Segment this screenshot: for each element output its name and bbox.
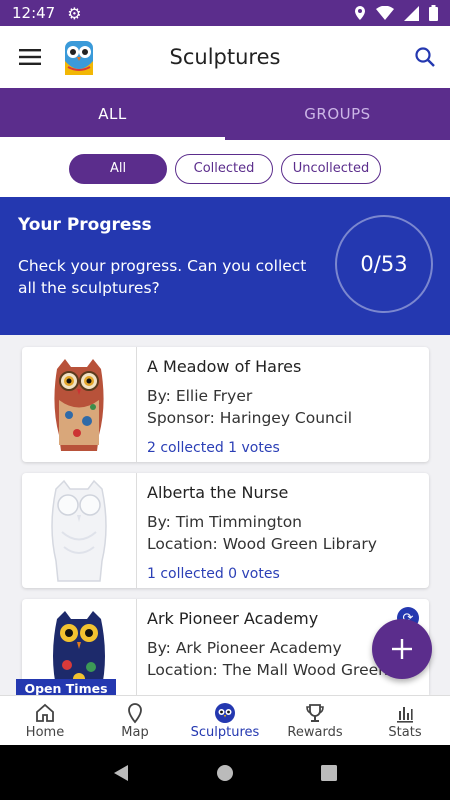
gear-icon: ⚙ [67,3,82,23]
recents-icon[interactable] [320,764,337,781]
add-button[interactable] [372,619,432,679]
system-nav-bar [0,745,450,800]
nav-sculptures[interactable]: Sculptures [180,696,270,745]
status-time: 12:47 [12,4,56,22]
search-icon[interactable] [414,46,436,68]
progress-description: Check your progress. Can you collect all… [18,257,307,297]
plus-icon [392,639,412,659]
card-artist: By: Ellie Fryer [147,387,253,405]
card-title: A Meadow of Hares [147,357,302,376]
trophy-icon [306,703,324,722]
bottom-nav: Home Map Sculptures Rewards Stats [0,695,450,745]
bar-chart-icon [397,706,413,723]
nav-home-label: Home [25,724,65,740]
menu-button[interactable] [0,26,60,88]
progress-ring: 0/53 [335,215,433,313]
nav-sculptures-label: Sculptures [190,724,260,740]
card-title: Alberta the Nurse [147,483,289,502]
tab-groups[interactable]: GROUPS [225,88,450,140]
back-icon[interactable] [113,764,129,782]
card-sponsor: Sponsor: Haringey Council [147,409,353,427]
nav-stats-label: Stats [388,724,422,740]
status-icons [354,5,438,21]
owl-icon [215,702,235,723]
card-stats: 1 collected 0 votes [147,566,280,582]
sculpture-image [22,473,137,588]
sculpture-image [22,347,137,462]
wifi-icon [376,6,394,20]
card-location: Location: Wood Green Library [147,535,377,553]
nav-map[interactable]: Map [90,696,180,745]
nav-rewards[interactable]: Rewards [270,696,360,745]
nav-home[interactable]: Home [0,696,90,745]
filter-all-chip[interactable]: All [69,153,167,184]
sculpture-card[interactable]: A Meadow of Hares By: Ellie Fryer Sponso… [22,347,429,462]
status-bar: 12:47 ⚙ [0,0,450,26]
nav-stats[interactable]: Stats [360,696,450,745]
home-icon [36,703,54,722]
filter-chips: All Collected Uncollected [0,140,450,197]
progress-panel: Your Progress Check your progress. Can y… [0,197,450,335]
app-bar: Sculptures [0,26,450,88]
tab-all[interactable]: ALL [0,88,225,140]
hamburger-icon [19,49,41,65]
card-stats: 2 collected 1 votes [147,440,280,456]
sculpture-card[interactable]: Alberta the Nurse By: Tim Timmington Loc… [22,473,429,588]
location-icon [355,6,365,20]
progress-count: 0/53 [360,252,408,276]
owl-logo-icon [65,41,93,75]
filter-uncollected-chip[interactable]: Uncollected [281,153,381,184]
signal-icon [404,5,419,21]
progress-title: Your Progress [18,215,152,235]
map-pin-icon [128,702,142,723]
filter-collected-chip[interactable]: Collected [175,153,273,184]
card-body: Alberta the Nurse By: Tim Timmington Loc… [147,483,421,582]
tab-bar: ALL GROUPS [0,88,450,140]
battery-icon [429,5,438,21]
nav-rewards-label: Rewards [287,724,343,740]
nav-map-label: Map [121,724,149,740]
owl-sculpture-icon [51,479,107,582]
card-body: A Meadow of Hares By: Ellie Fryer Sponso… [147,357,421,456]
home-circle-icon[interactable] [216,764,234,782]
card-artist: By: Tim Timmington [147,513,302,531]
owl-sculpture-icon [54,358,104,451]
